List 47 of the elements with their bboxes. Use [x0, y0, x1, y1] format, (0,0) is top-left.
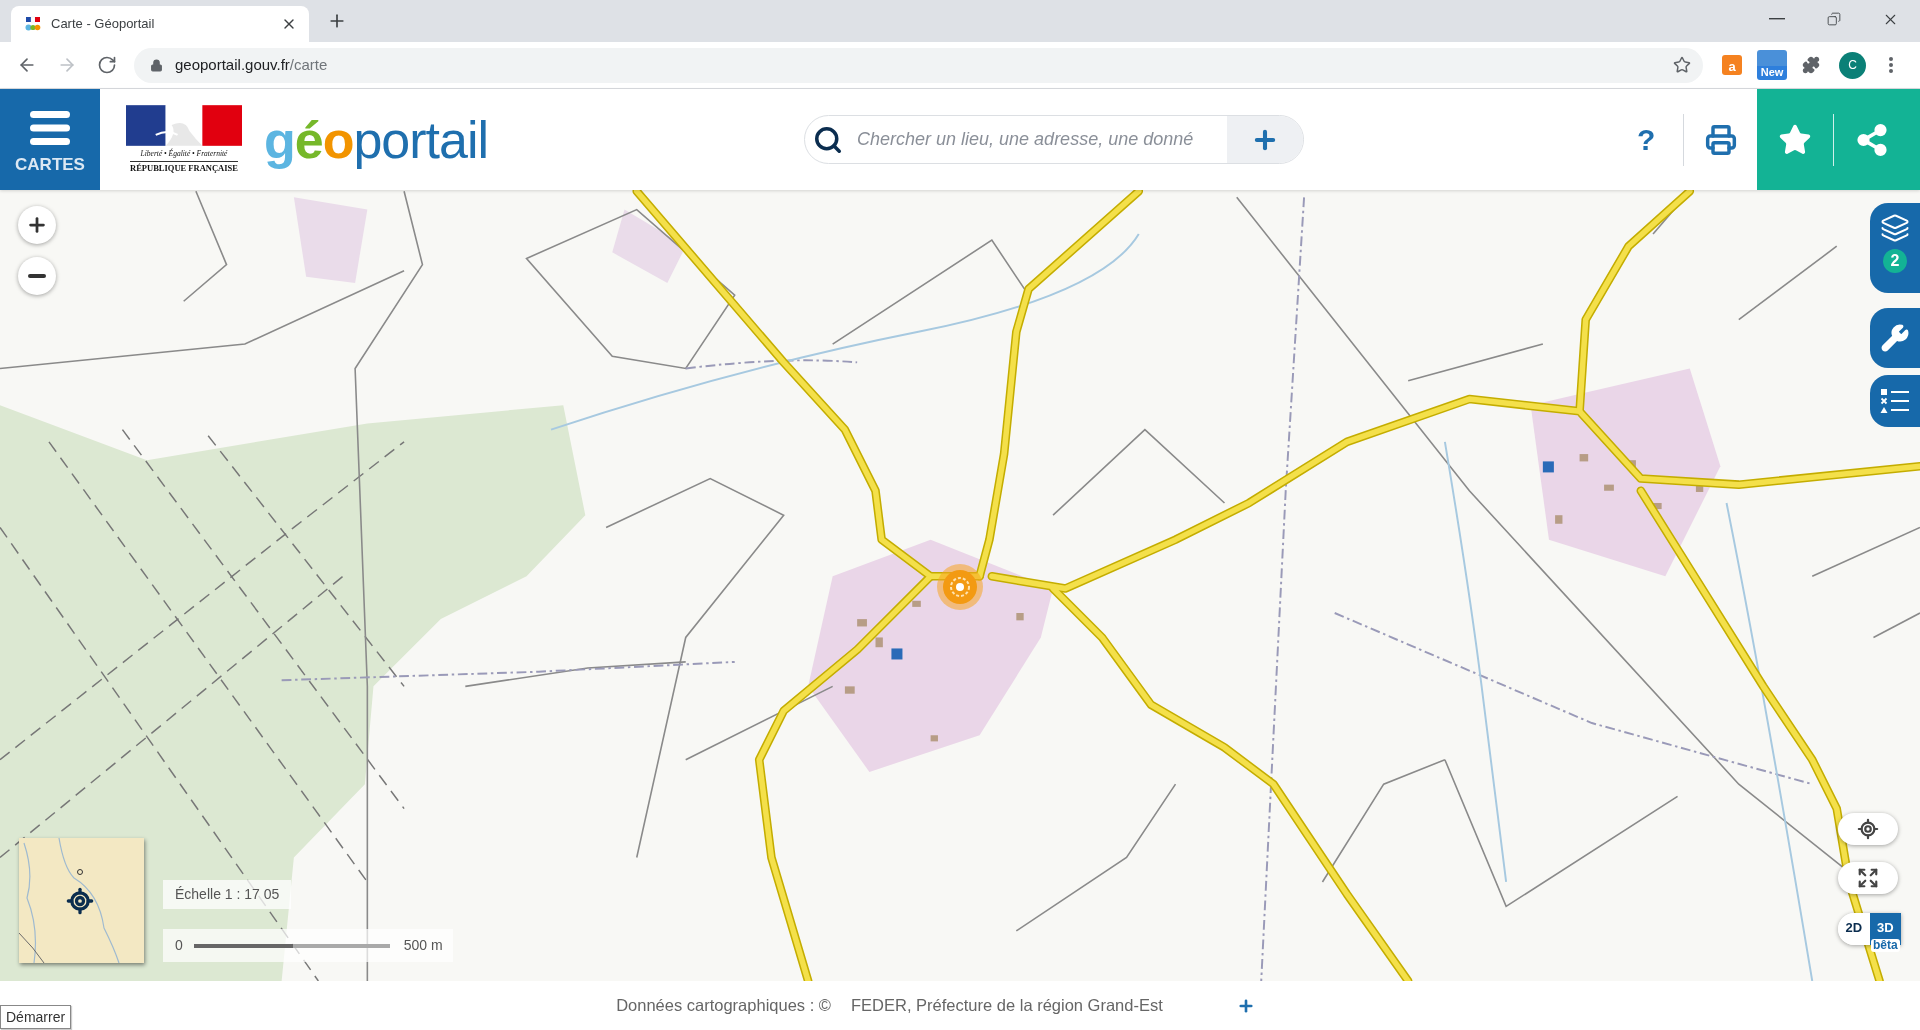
search-icon: [813, 125, 843, 155]
fullscreen-icon: [1857, 867, 1879, 889]
geolocate-button[interactable]: [1838, 813, 1898, 845]
emblem-republic-name: RÉPUBLIQUE FRANÇAISE: [130, 161, 238, 174]
restore-icon[interactable]: [1827, 12, 1841, 26]
overview-map-drawing[interactable]: [19, 838, 144, 963]
minimize-icon[interactable]: [1769, 18, 1785, 20]
share-icon[interactable]: [1855, 122, 1889, 157]
attribution-label: Données cartographiques : ©: [616, 995, 831, 1017]
favorite-star-icon[interactable]: [1778, 122, 1812, 157]
start-button[interactable]: Démarrer: [0, 1005, 72, 1029]
legend-button[interactable]: [1870, 375, 1920, 427]
help-button[interactable]: ?: [1637, 124, 1653, 155]
crosshair-icon: [66, 887, 94, 915]
fullscreen-button[interactable]: [1838, 862, 1898, 894]
view-mode-toggle[interactable]: 2D: [1838, 913, 1870, 945]
border-line: [19, 932, 45, 963]
site-favicon-icon: [25, 16, 41, 32]
print-icon[interactable]: [1705, 123, 1737, 156]
puzzle-extension-icon[interactable]: [1802, 56, 1820, 74]
hamburger-menu-icon: [30, 111, 70, 145]
zoom-in-icon: [26, 214, 48, 236]
lock-icon: [150, 58, 163, 72]
locate-icon: [1857, 818, 1879, 840]
tricolor-emblem-icon: [126, 105, 242, 146]
wrench-icon: [1880, 323, 1910, 353]
new-extension-button[interactable]: New: [1757, 50, 1787, 80]
scale-label: Échelle 1 : 17 05: [163, 880, 292, 909]
bookmark-star-icon[interactable]: [1673, 56, 1691, 74]
profile-avatar[interactable]: C: [1839, 51, 1866, 79]
tools-button[interactable]: [1870, 308, 1920, 368]
add-search-button[interactable]: [1227, 116, 1303, 163]
scale-start-label: 0: [175, 936, 183, 955]
reload-icon[interactable]: [97, 55, 117, 75]
address-bar[interactable]: geoportail.gouv.fr/carte: [134, 47, 1703, 83]
location-marker-icon: [937, 564, 983, 610]
city-dot-icon: [77, 869, 83, 875]
layer-count-badge: 2: [1883, 249, 1907, 273]
legend-list-icon: [1880, 388, 1910, 414]
browser-menu-icon[interactable]: [1889, 57, 1893, 73]
zoom-out-icon: [28, 274, 46, 278]
scale-end-label: 500 m: [403, 936, 443, 955]
beta-badge: bêta: [1871, 939, 1900, 952]
attribution-sources: FEDER, Préfecture de la région Grand-Est: [851, 995, 1163, 1017]
scale-bar-icon: [193, 943, 390, 948]
browser-tab[interactable]: Carte - Géoportail: [11, 6, 309, 42]
maps-menu-button[interactable]: CARTES: [0, 89, 100, 190]
